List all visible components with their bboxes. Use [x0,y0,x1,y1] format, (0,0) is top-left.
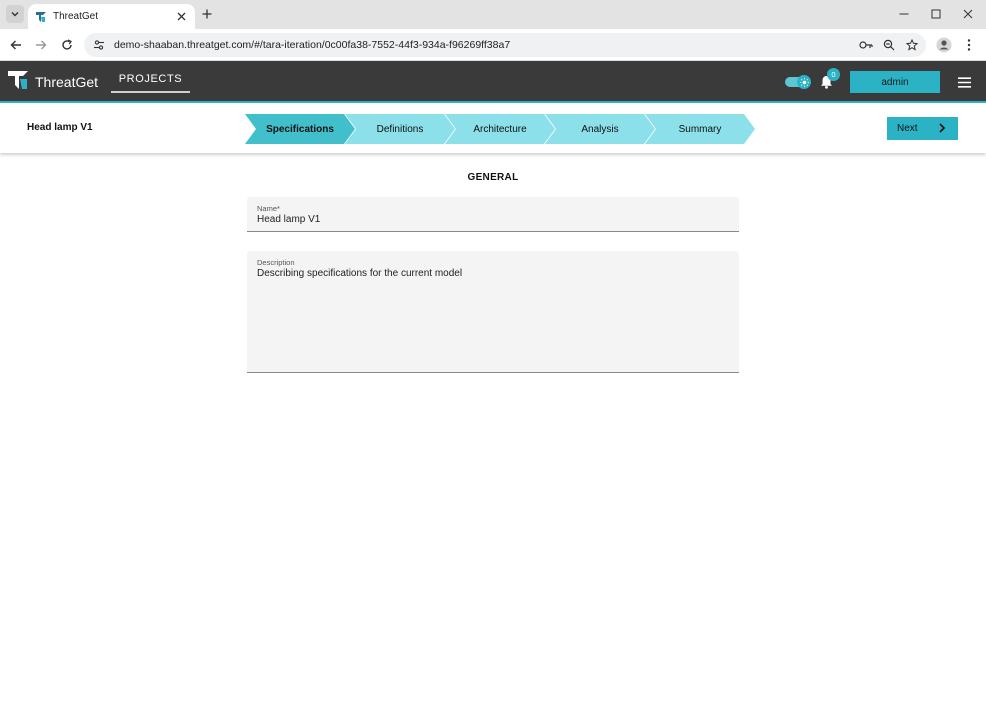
name-field-value[interactable]: Head lamp V1 [257,214,320,225]
user-menu-button[interactable]: admin [850,71,940,93]
back-button[interactable] [7,36,25,54]
chevron-right-icon [939,123,946,133]
hamburger-menu-icon [957,76,971,88]
bookmark-button[interactable] [903,36,921,54]
site-settings-button[interactable] [90,36,108,54]
tab-search-button[interactable] [6,5,24,23]
star-icon [906,39,918,51]
arrow-left-icon [10,40,21,50]
plus-icon [202,9,212,19]
reload-button[interactable] [58,36,76,54]
window-maximize-button[interactable] [928,6,944,22]
maximize-icon [931,9,941,19]
sun-icon [799,77,809,87]
zoom-button[interactable] [880,36,898,54]
step-architecture[interactable]: Architecture [445,114,555,144]
close-icon [177,12,185,21]
chevron-down-icon [11,12,19,17]
window-close-button[interactable] [960,6,976,22]
main-menu-button[interactable] [956,74,972,90]
more-vert-icon [967,39,971,51]
window-minimize-button[interactable] [896,6,912,22]
profile-button[interactable] [934,35,954,55]
brand-name: ThreatGet [35,74,99,90]
step-summary[interactable]: Summary [645,114,755,144]
zoom-icon [883,39,895,51]
tab-close-button[interactable] [173,9,189,25]
next-button-label: Next [897,123,918,134]
threatget-favicon-icon [36,11,46,22]
section-title: GENERAL [467,172,519,183]
theme-toggle[interactable] [785,75,811,89]
forward-button[interactable] [32,36,50,54]
model-name-title: Head lamp V1 [27,122,93,133]
tab-title: ThreatGet [53,11,99,22]
minimize-icon [899,13,909,15]
account-icon [936,37,952,53]
notification-count-badge: 0 [827,68,840,81]
theme-toggle-knob [797,75,811,89]
close-icon [963,9,973,19]
address-bar[interactable]: demo-shaaban.threatget.com/#/tara-iterat… [84,33,926,57]
reload-icon [62,39,72,50]
description-field-label: Description [257,258,295,267]
workflow-stepper-bar: Head lamp V1 Specifications Definitions … [0,105,986,153]
browser-toolbar: demo-shaaban.threatget.com/#/tara-iterat… [0,29,986,61]
tune-icon [94,40,104,50]
browser-tab[interactable]: ThreatGet [28,4,195,29]
arrow-right-icon [36,40,47,50]
description-field-value[interactable]: Describing specifications for the curren… [257,268,462,279]
password-key-button[interactable] [857,36,875,54]
next-button[interactable]: Next [887,117,958,140]
new-tab-button[interactable] [199,6,215,22]
step-definitions[interactable]: Definitions [345,114,455,144]
step-analysis[interactable]: Analysis [545,114,655,144]
nav-projects-tab[interactable]: PROJECTS [111,67,190,93]
app-header: ThreatGet PROJECTS admin [0,61,986,103]
description-field[interactable]: Description Describing specifications fo… [247,251,739,373]
step-specifications[interactable]: Specifications [245,114,355,144]
name-field[interactable]: Name* Head lamp V1 [247,197,739,232]
key-icon [859,41,873,49]
threatget-logo-icon [8,71,28,89]
url-text: demo-shaaban.threatget.com/#/tara-iterat… [114,39,511,51]
name-field-label: Name* [257,204,280,213]
browser-menu-button[interactable] [960,36,978,54]
browser-tab-strip: ThreatGet [0,0,986,29]
